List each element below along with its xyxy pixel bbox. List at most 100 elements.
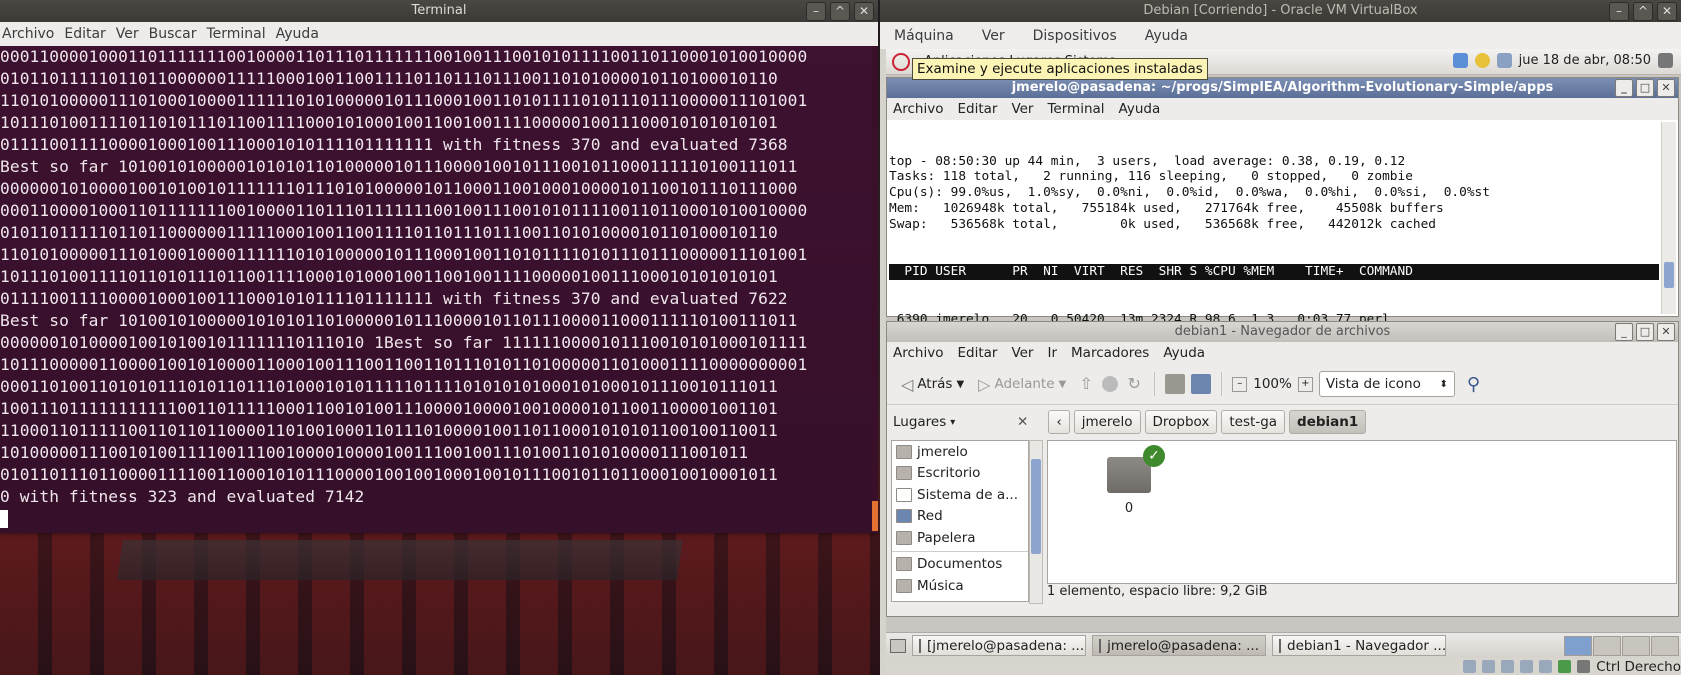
menu-archivo[interactable]: Archivo: [893, 345, 943, 361]
task-file-manager[interactable]: debian1 - Navegador ...: [1272, 635, 1446, 656]
host-terminal-titlebar[interactable]: Terminal – ^ ✕: [0, 0, 878, 22]
up-arrow-icon[interactable]: ⇧: [1076, 374, 1096, 394]
menu-ayuda[interactable]: Ayuda: [1163, 345, 1205, 361]
usb-icon[interactable]: [1501, 660, 1515, 673]
computer-icon[interactable]: [1191, 374, 1212, 394]
terminal-output-line: 0101101110110000111100110001010111000010…: [0, 465, 778, 484]
path-back-button[interactable]: ‹: [1048, 410, 1070, 434]
workspace-3[interactable]: [1622, 636, 1650, 656]
scrollbar-thumb[interactable]: [1664, 262, 1674, 288]
search-icon[interactable]: ⚲: [1467, 374, 1480, 395]
menu-ayuda[interactable]: Ayuda: [1145, 28, 1188, 44]
menu-editar[interactable]: Editar: [64, 26, 113, 42]
menu-archivo[interactable]: Archivo: [2, 26, 62, 42]
maximize-button[interactable]: □: [1636, 79, 1654, 97]
menu-terminal[interactable]: Terminal: [206, 26, 273, 42]
file-view[interactable]: ✓ 0: [1047, 440, 1677, 584]
guest-screen[interactable]: Aplicaciones Lugares Sistema jue 18 de a…: [886, 49, 1681, 675]
place-escritorio[interactable]: Escritorio: [892, 463, 1028, 485]
stop-icon[interactable]: [1102, 376, 1119, 392]
place-red[interactable]: Red: [892, 506, 1028, 528]
reload-icon[interactable]: ↻: [1124, 374, 1144, 394]
minimize-button[interactable]: _: [1615, 79, 1633, 97]
terminal-output-line: Best so far 1010010100000101010110100000…: [0, 157, 798, 176]
forward-button[interactable]: ▷ Adelante ▼: [974, 375, 1070, 394]
minimize-button[interactable]: _: [1615, 323, 1633, 341]
task-terminal-1[interactable]: [jmerelo@pasadena: ...: [912, 635, 1086, 656]
show-desktop-icon[interactable]: [890, 638, 906, 653]
minimize-button[interactable]: –: [806, 2, 826, 21]
chevron-down-icon[interactable]: ▼: [956, 379, 964, 390]
scrollbar-thumb[interactable]: [1031, 459, 1041, 554]
home-folder-icon[interactable]: [1165, 374, 1186, 394]
close-button[interactable]: ✕: [1657, 2, 1677, 21]
workspace-2[interactable]: [1593, 636, 1621, 656]
panel-clock[interactable]: jue 18 de abr, 08:50: [1519, 53, 1651, 68]
wallpaper-roof: [117, 540, 683, 580]
place-jmerelo[interactable]: jmerelo: [892, 441, 1028, 463]
network-icon[interactable]: [1452, 53, 1468, 68]
menu-buscar[interactable]: Buscar: [149, 26, 205, 42]
sidebar-mode-select[interactable]: Lugares ▾: [893, 414, 1013, 430]
path-debian1[interactable]: debian1: [1289, 410, 1367, 434]
sync-check-icon: ✓: [1143, 445, 1165, 467]
guest-terminal-titlebar[interactable]: jmerelo@pasadena: ~/progs/SimplEA/Algori…: [887, 78, 1678, 98]
back-button[interactable]: ◁ Atrás ▼: [897, 375, 968, 394]
maximize-button[interactable]: ^: [830, 2, 850, 21]
menu-ayuda[interactable]: Ayuda: [1119, 101, 1161, 117]
minimize-button[interactable]: –: [1609, 2, 1629, 21]
volume-icon[interactable]: [1658, 53, 1673, 68]
menu-editar[interactable]: Editar: [957, 101, 997, 117]
mouse-integration-icon[interactable]: [1558, 660, 1572, 673]
network-icon[interactable]: [1539, 660, 1553, 673]
close-sidebar-icon[interactable]: ✕: [1017, 414, 1028, 430]
view-mode-select[interactable]: Vista de icono ⬍: [1318, 371, 1455, 397]
shared-folder-icon[interactable]: [1520, 660, 1534, 673]
menu-ir[interactable]: Ir: [1047, 345, 1057, 361]
guest-terminal-scrollbar[interactable]: [1661, 122, 1676, 314]
menu-marcadores[interactable]: Marcadores: [1071, 345, 1149, 361]
harddisk-icon[interactable]: [1463, 660, 1477, 673]
task-terminal-2[interactable]: jmerelo@pasadena: ...: [1092, 635, 1266, 656]
place-filesystem[interactable]: Sistema de a...: [892, 484, 1028, 506]
sidebar-scrollbar[interactable]: [1029, 440, 1043, 604]
menu-terminal[interactable]: Terminal: [1047, 101, 1104, 117]
menu-maquina[interactable]: Máquina: [894, 28, 954, 44]
close-button[interactable]: ✕: [1657, 79, 1675, 97]
maximize-button[interactable]: ^: [1633, 2, 1653, 21]
scrollbar-thumb[interactable]: [872, 501, 878, 531]
path-test-ga[interactable]: test-ga: [1221, 410, 1286, 434]
apps-menu-icon[interactable]: [892, 52, 910, 71]
path-jmerelo[interactable]: jmerelo: [1073, 410, 1141, 434]
close-button[interactable]: ✕: [854, 2, 874, 21]
menu-ayuda[interactable]: Ayuda: [276, 26, 327, 42]
menu-ver[interactable]: Ver: [116, 26, 147, 42]
menu-ver[interactable]: Ver: [1011, 101, 1033, 117]
cd-icon[interactable]: [1482, 660, 1496, 673]
place-documentos[interactable]: Documentos: [892, 554, 1028, 576]
zoom-out-icon[interactable]: –: [1232, 376, 1248, 392]
menu-dispositivos[interactable]: Dispositivos: [1033, 28, 1117, 44]
search-icon[interactable]: [1496, 53, 1512, 68]
place-papelera[interactable]: Papelera: [892, 527, 1028, 549]
menu-editar[interactable]: Editar: [957, 345, 997, 361]
zoom-in-icon[interactable]: +: [1297, 376, 1313, 392]
file-manager-menubar: Archivo Editar Ver Ir Marcadores Ayuda: [887, 342, 1678, 364]
file-manager-titlebar[interactable]: debian1 - Navegador de archivos _ □ ✕: [887, 322, 1678, 342]
host-terminal-output[interactable]: 0001100001000110111111100100001101110111…: [0, 46, 878, 533]
chevron-down-icon: ▾: [950, 416, 956, 428]
lightbulb-icon[interactable]: [1474, 53, 1490, 68]
menu-ver[interactable]: Ver: [982, 28, 1005, 44]
place-musica[interactable]: Música: [892, 575, 1028, 597]
workspace-4[interactable]: [1651, 636, 1679, 656]
workspace-1[interactable]: [1564, 636, 1592, 656]
menu-archivo[interactable]: Archivo: [893, 101, 943, 117]
vbox-titlebar[interactable]: Debian [Corriendo] - Oracle VM VirtualBo…: [880, 0, 1681, 22]
folder-item[interactable]: ✓ 0: [1104, 445, 1165, 516]
close-button[interactable]: ✕: [1657, 323, 1675, 341]
chevron-down-icon[interactable]: ▼: [1059, 379, 1067, 390]
host-terminal-scrollbar[interactable]: [872, 46, 878, 533]
path-dropbox[interactable]: Dropbox: [1144, 410, 1218, 434]
menu-ver[interactable]: Ver: [1011, 345, 1033, 361]
maximize-button[interactable]: □: [1636, 323, 1654, 341]
